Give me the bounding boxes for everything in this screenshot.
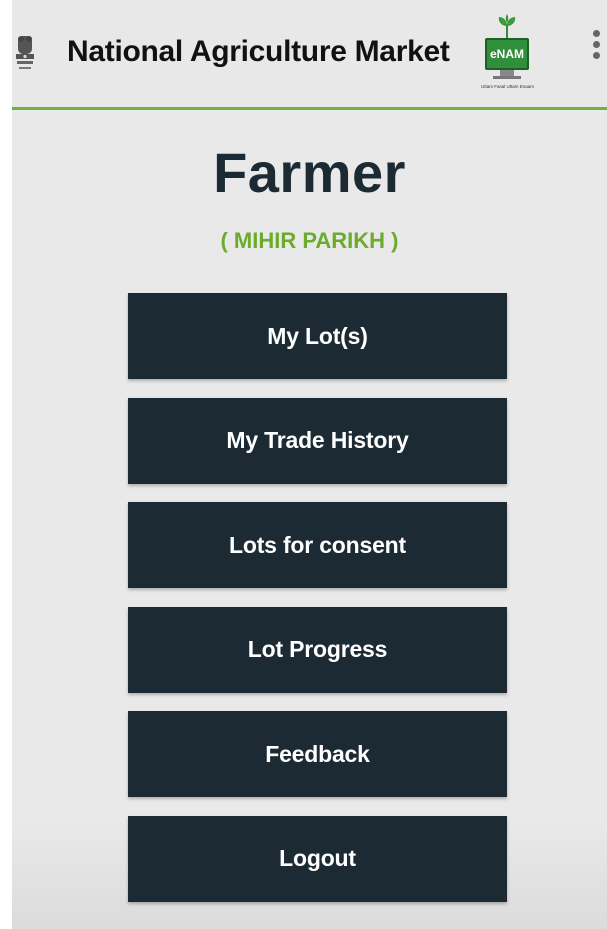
lots-for-consent-button[interactable]: Lots for consent xyxy=(128,502,507,589)
sprout-icon xyxy=(498,14,516,38)
monitor-base xyxy=(493,76,521,79)
role-title: Farmer xyxy=(213,141,406,204)
user-name: ( MIHIR PARIKH ) xyxy=(220,228,399,253)
my-trade-history-button[interactable]: My Trade History xyxy=(128,397,507,484)
menu-dot xyxy=(592,41,600,48)
state-emblem-icon xyxy=(16,36,34,69)
overflow-menu-icon[interactable] xyxy=(590,30,602,66)
enam-tagline: Uttam Fasal Uttam Enaam xyxy=(481,84,535,89)
enam-brand: eNAM xyxy=(485,38,529,70)
app-screen: National Agriculture Market eNAM Uttam F… xyxy=(0,0,607,929)
menu-dot xyxy=(592,52,600,59)
enam-logo: eNAM Uttam Fasal Uttam Enaam xyxy=(481,14,537,94)
menu-dot xyxy=(592,30,600,37)
app-title: National Agriculture Market xyxy=(67,35,450,68)
main-menu: My Lot(s) My Trade History Lots for cons… xyxy=(128,293,507,921)
lot-progress-button[interactable]: Lot Progress xyxy=(128,606,507,693)
app-header: National Agriculture Market eNAM Uttam F… xyxy=(12,0,607,110)
my-lots-button[interactable]: My Lot(s) xyxy=(128,293,507,379)
feedback-button[interactable]: Feedback xyxy=(128,711,507,798)
logout-button[interactable]: Logout xyxy=(128,815,507,902)
